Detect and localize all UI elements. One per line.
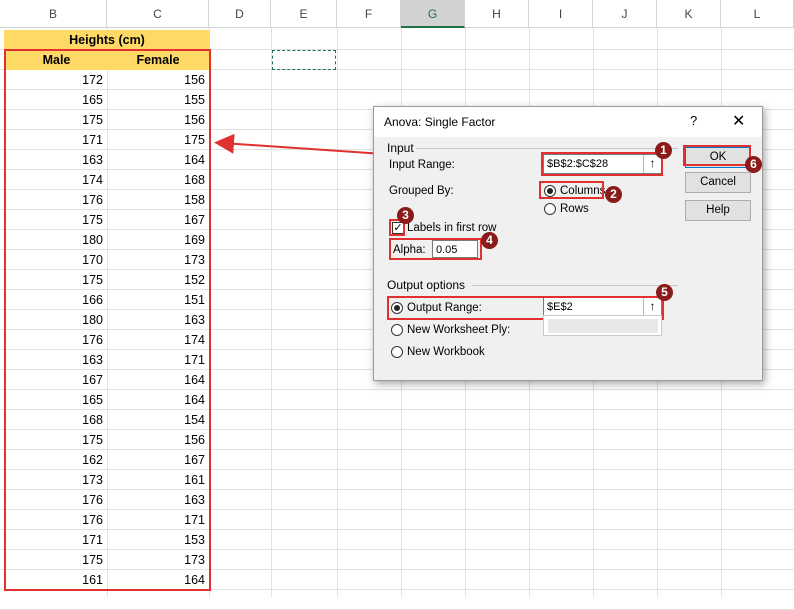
dialog-titlebar: Anova: Single Factor ? ✕ (374, 107, 762, 137)
input-range-label: Input Range: (389, 159, 455, 171)
output-group-label: Output options (387, 278, 466, 292)
new-workbook-radio[interactable] (391, 346, 403, 358)
close-icon[interactable]: ✕ (732, 111, 745, 131)
grouped-by-label: Grouped By: (389, 185, 454, 197)
columns-highlight (539, 181, 604, 199)
new-worksheet-label: New Worksheet Ply: (407, 324, 511, 336)
dialog-title: Anova: Single Factor (384, 115, 496, 129)
new-workbook-label: New Workbook (407, 346, 485, 358)
labels-first-row-label: Labels in first row (407, 222, 497, 234)
input-group-divider (416, 148, 678, 149)
output-group-divider (472, 285, 678, 286)
step-badge-6: 6 (745, 156, 762, 173)
input-group-label: Input (387, 141, 414, 155)
help-button[interactable]: Help (685, 200, 751, 221)
rows-label: Rows (560, 203, 589, 215)
help-icon[interactable]: ? (690, 113, 697, 128)
new-worksheet-radio[interactable] (391, 324, 403, 336)
step-badge-3: 3 (397, 207, 414, 224)
step-badge-4: 4 (481, 232, 498, 249)
alpha-highlight (389, 238, 482, 260)
cancel-button[interactable]: Cancel (685, 172, 751, 193)
input-range-highlight-box (541, 152, 663, 176)
step-badge-1: 1 (655, 142, 672, 159)
step-badge-2: 2 (605, 186, 622, 203)
new-worksheet-field-inner (548, 319, 658, 333)
step-badge-5: 5 (656, 284, 673, 301)
ok-highlight (683, 145, 751, 166)
rows-radio[interactable] (544, 203, 556, 215)
